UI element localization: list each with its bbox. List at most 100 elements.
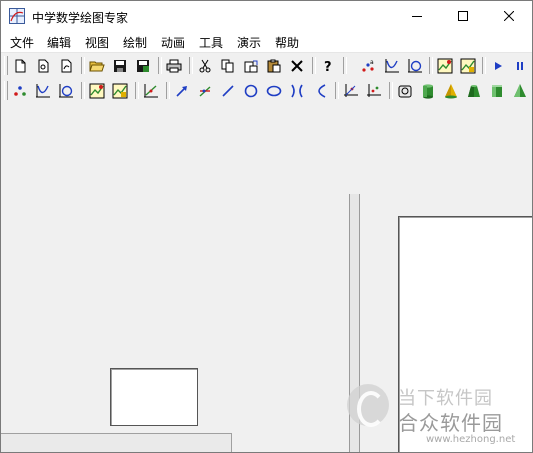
draw-cylinder-button[interactable]: [418, 81, 438, 101]
toolbar-separator: [189, 57, 193, 74]
function-graph-button[interactable]: [382, 56, 402, 76]
menu-help[interactable]: 帮助: [274, 34, 300, 51]
chart-yellow-icon: [89, 83, 105, 99]
new-button-2[interactable]: [33, 56, 53, 76]
close-button[interactable]: [486, 1, 532, 31]
open-folder-icon: [89, 61, 105, 72]
toolbar-separator: [81, 57, 85, 74]
chart-box-icon: [112, 83, 128, 99]
arrow-icon: [176, 86, 187, 97]
points-icon: [14, 86, 26, 96]
app-window: 中学数学绘图专家 文件 编辑 视图 绘制 动画 工具 演示 帮助 ? a 当下软…: [0, 0, 533, 453]
ellipse-icon: [266, 85, 282, 97]
axes-function-button[interactable]: [141, 81, 161, 101]
menu-draw[interactable]: 绘制: [122, 34, 148, 51]
save-as-button[interactable]: [133, 56, 153, 76]
menu-tools[interactable]: 工具: [198, 34, 224, 51]
draw-circle-button[interactable]: [241, 81, 261, 101]
toolbar-separator: [312, 57, 316, 74]
paste-special-button[interactable]: [241, 56, 261, 76]
pyramid-icon: [514, 84, 526, 97]
coordinate-axes-button[interactable]: [341, 81, 361, 101]
maximize-icon: [458, 11, 468, 21]
draw-frustum-button[interactable]: [464, 81, 484, 101]
menu-edit[interactable]: 编辑: [46, 34, 72, 51]
help-button[interactable]: ?: [318, 56, 338, 76]
copy-button[interactable]: [218, 56, 238, 76]
delete-button[interactable]: [287, 56, 307, 76]
paste-button[interactable]: [264, 56, 284, 76]
hyperbola-icon: [291, 84, 303, 98]
save-button[interactable]: [110, 56, 130, 76]
play-icon: [495, 62, 502, 70]
draw-vector-button[interactable]: [195, 81, 215, 101]
app-logo-icon: [9, 8, 25, 24]
open-button[interactable]: [87, 56, 107, 76]
watermark-logo-mark: [357, 391, 385, 427]
copy-icon: [221, 59, 234, 73]
preview-panel[interactable]: [110, 368, 198, 426]
plot-chart-button[interactable]: [435, 56, 455, 76]
menu-view[interactable]: 视图: [84, 34, 110, 51]
polar-graph-button[interactable]: [405, 56, 425, 76]
chart-yellow-button[interactable]: [87, 81, 107, 101]
chart-box-button[interactable]: [110, 81, 130, 101]
solid-box-icon: [398, 85, 412, 98]
minimize-icon: [412, 16, 422, 17]
cylinder-icon: [423, 84, 433, 99]
draw-prism-button[interactable]: [487, 81, 507, 101]
cut-button[interactable]: [195, 56, 215, 76]
toolbar-separator: [158, 57, 162, 74]
print-button[interactable]: [164, 56, 184, 76]
toolbar-separator: [335, 82, 339, 99]
draw-pyramid-button[interactable]: [510, 81, 530, 101]
toolbar-separator: [482, 57, 486, 74]
circle-icon: [244, 84, 258, 98]
plot-chart-button-2[interactable]: [458, 56, 478, 76]
toolbar-separator: [135, 82, 139, 99]
svg-text:?: ?: [324, 60, 332, 73]
pause-button[interactable]: [510, 56, 530, 76]
new-button-3[interactable]: [56, 56, 76, 76]
draw-curve-button[interactable]: [33, 81, 53, 101]
minimize-button[interactable]: [394, 1, 440, 31]
toolbar-grip[interactable]: [4, 81, 8, 100]
title-bar: 中学数学绘图专家: [1, 1, 532, 31]
draw-points-button[interactable]: [10, 81, 30, 101]
point-labels-icon: a: [362, 59, 374, 72]
toolbar-separator: [166, 82, 170, 99]
watermark-url: www.hezhong.net: [426, 434, 516, 445]
draw-ellipse-button[interactable]: [264, 81, 284, 101]
grid-axes-button[interactable]: [364, 81, 384, 101]
menu-present[interactable]: 演示: [236, 34, 262, 51]
draw-arrow-button[interactable]: [172, 81, 192, 101]
parabola-icon: [318, 84, 326, 98]
solid-box-button[interactable]: [395, 81, 415, 101]
new-button[interactable]: [10, 56, 30, 76]
menu-file[interactable]: 文件: [9, 34, 35, 51]
frustum-icon: [468, 85, 480, 97]
new-document-2-icon: [38, 59, 49, 73]
draw-cone-button[interactable]: [441, 81, 461, 101]
toolbar-separator: [429, 57, 433, 74]
window-title: 中学数学绘图专家: [32, 11, 129, 25]
draw-parametric-button[interactable]: [56, 81, 76, 101]
pause-icon: [517, 62, 523, 70]
line-icon: [222, 85, 234, 97]
menu-animate[interactable]: 动画: [160, 34, 186, 51]
maximize-button[interactable]: [440, 1, 486, 31]
draw-line-button[interactable]: [218, 81, 238, 101]
polar-graph-icon: [408, 59, 422, 73]
draw-hyperbola-button[interactable]: [287, 81, 307, 101]
curve-icon: [36, 84, 50, 98]
draw-parabola-button[interactable]: [310, 81, 330, 101]
function-graph-icon: [385, 59, 399, 73]
point-labels-button[interactable]: a: [359, 56, 379, 76]
watermark-main-text: 合众软件园: [398, 411, 503, 435]
status-bar: [1, 433, 232, 452]
new-document-icon: [15, 59, 26, 73]
toolbar-grip[interactable]: [4, 56, 8, 75]
grid-axes-icon: [367, 84, 381, 97]
play-button[interactable]: [488, 56, 508, 76]
help-icon: ?: [324, 60, 332, 73]
